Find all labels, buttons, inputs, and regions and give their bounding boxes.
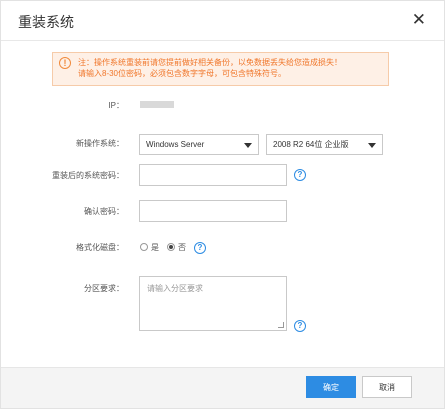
password-help-icon[interactable]: ? <box>294 169 306 181</box>
format-no-label: 否 <box>178 243 186 252</box>
password-input[interactable] <box>139 164 287 186</box>
warning-icon: ! <box>59 57 71 69</box>
os-version-value: 2008 R2 64位 企业版 <box>273 140 349 149</box>
os-version-select[interactable]: 2008 R2 64位 企业版 <box>266 134 383 155</box>
reinstall-system-dialog: 重装系统 ✕ ! 注：操作系统重装前请您提前做好相关备份，以免数据丢失给您造成损… <box>0 0 445 409</box>
warning-text: 注：操作系统重装前请您提前做好相关备份，以免数据丢失给您造成损失！ 请输入8-3… <box>78 57 342 79</box>
dialog-title: 重装系统 <box>18 14 74 30</box>
close-icon[interactable]: ✕ <box>412 11 426 29</box>
confirm-password-label: 确认密码： <box>84 207 124 216</box>
resize-grip-icon[interactable] <box>278 322 284 328</box>
confirm-button[interactable]: 确定 <box>306 376 356 398</box>
format-help-icon[interactable]: ? <box>194 242 206 254</box>
format-yes-label: 是 <box>151 243 159 252</box>
warning-line-1: 注：操作系统重装前请您提前做好相关备份，以免数据丢失给您造成损失！ <box>78 58 342 67</box>
warning-banner: ! 注：操作系统重装前请您提前做好相关备份，以免数据丢失给您造成损失！ 请输入8… <box>52 52 389 86</box>
chevron-down-icon <box>368 143 376 148</box>
cancel-button[interactable]: 取消 <box>362 376 412 398</box>
partition-label: 分区要求： <box>84 284 124 293</box>
os-family-select[interactable]: Windows Server <box>139 134 259 155</box>
partition-placeholder: 请输入分区要求 <box>147 284 203 293</box>
format-disk-label: 格式化磁盘： <box>76 243 124 252</box>
os-label: 新操作系统： <box>76 139 124 148</box>
format-no-radio[interactable] <box>167 243 175 251</box>
format-yes-radio[interactable] <box>140 243 148 251</box>
chevron-down-icon <box>244 143 252 148</box>
partition-textarea[interactable]: 请输入分区要求 <box>139 276 287 331</box>
os-family-value: Windows Server <box>146 140 205 149</box>
ip-label: IP： <box>108 101 124 110</box>
password-label: 重装后的系统密码： <box>52 171 124 180</box>
partition-help-icon[interactable]: ? <box>294 320 306 332</box>
dialog-header: 重装系统 ✕ <box>1 1 444 41</box>
ip-value-redacted <box>140 101 174 108</box>
warning-line-2: 请输入8-30位密码，必须包含数字字母，可包含特殊符号。 <box>78 69 287 78</box>
confirm-password-input[interactable] <box>139 200 287 222</box>
